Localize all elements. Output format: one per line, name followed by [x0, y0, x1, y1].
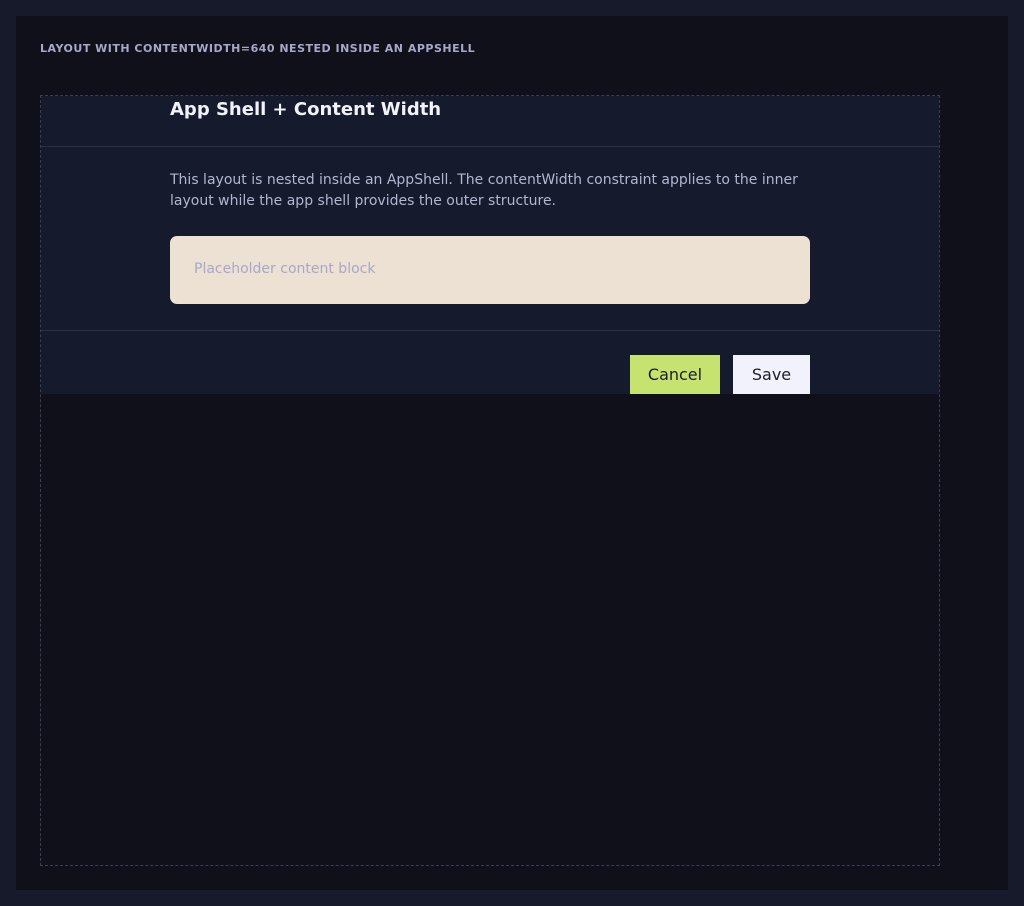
app-shell: App Shell + Content Width This layout is… — [40, 95, 940, 866]
demo-caption: LAYOUT WITH CONTENTWIDTH=640 NESTED INSI… — [40, 42, 476, 55]
layout-description: This layout is nested inside an AppShell… — [170, 172, 798, 209]
placeholder-block: Placeholder content block — [170, 236, 810, 304]
content-layout: App Shell + Content Width This layout is… — [41, 96, 939, 394]
demo-stage: LAYOUT WITH CONTENTWIDTH=640 NESTED INSI… — [16, 16, 1008, 890]
save-button[interactable]: Save — [733, 355, 810, 394]
layout-header: App Shell + Content Width — [41, 96, 939, 147]
page-title: App Shell + Content Width — [170, 99, 442, 120]
layout-body: This layout is nested inside an AppShell… — [41, 147, 939, 331]
placeholder-text: Placeholder content block — [194, 261, 376, 277]
layout-footer: Cancel Save — [41, 331, 939, 394]
cancel-button[interactable]: Cancel — [630, 355, 720, 394]
